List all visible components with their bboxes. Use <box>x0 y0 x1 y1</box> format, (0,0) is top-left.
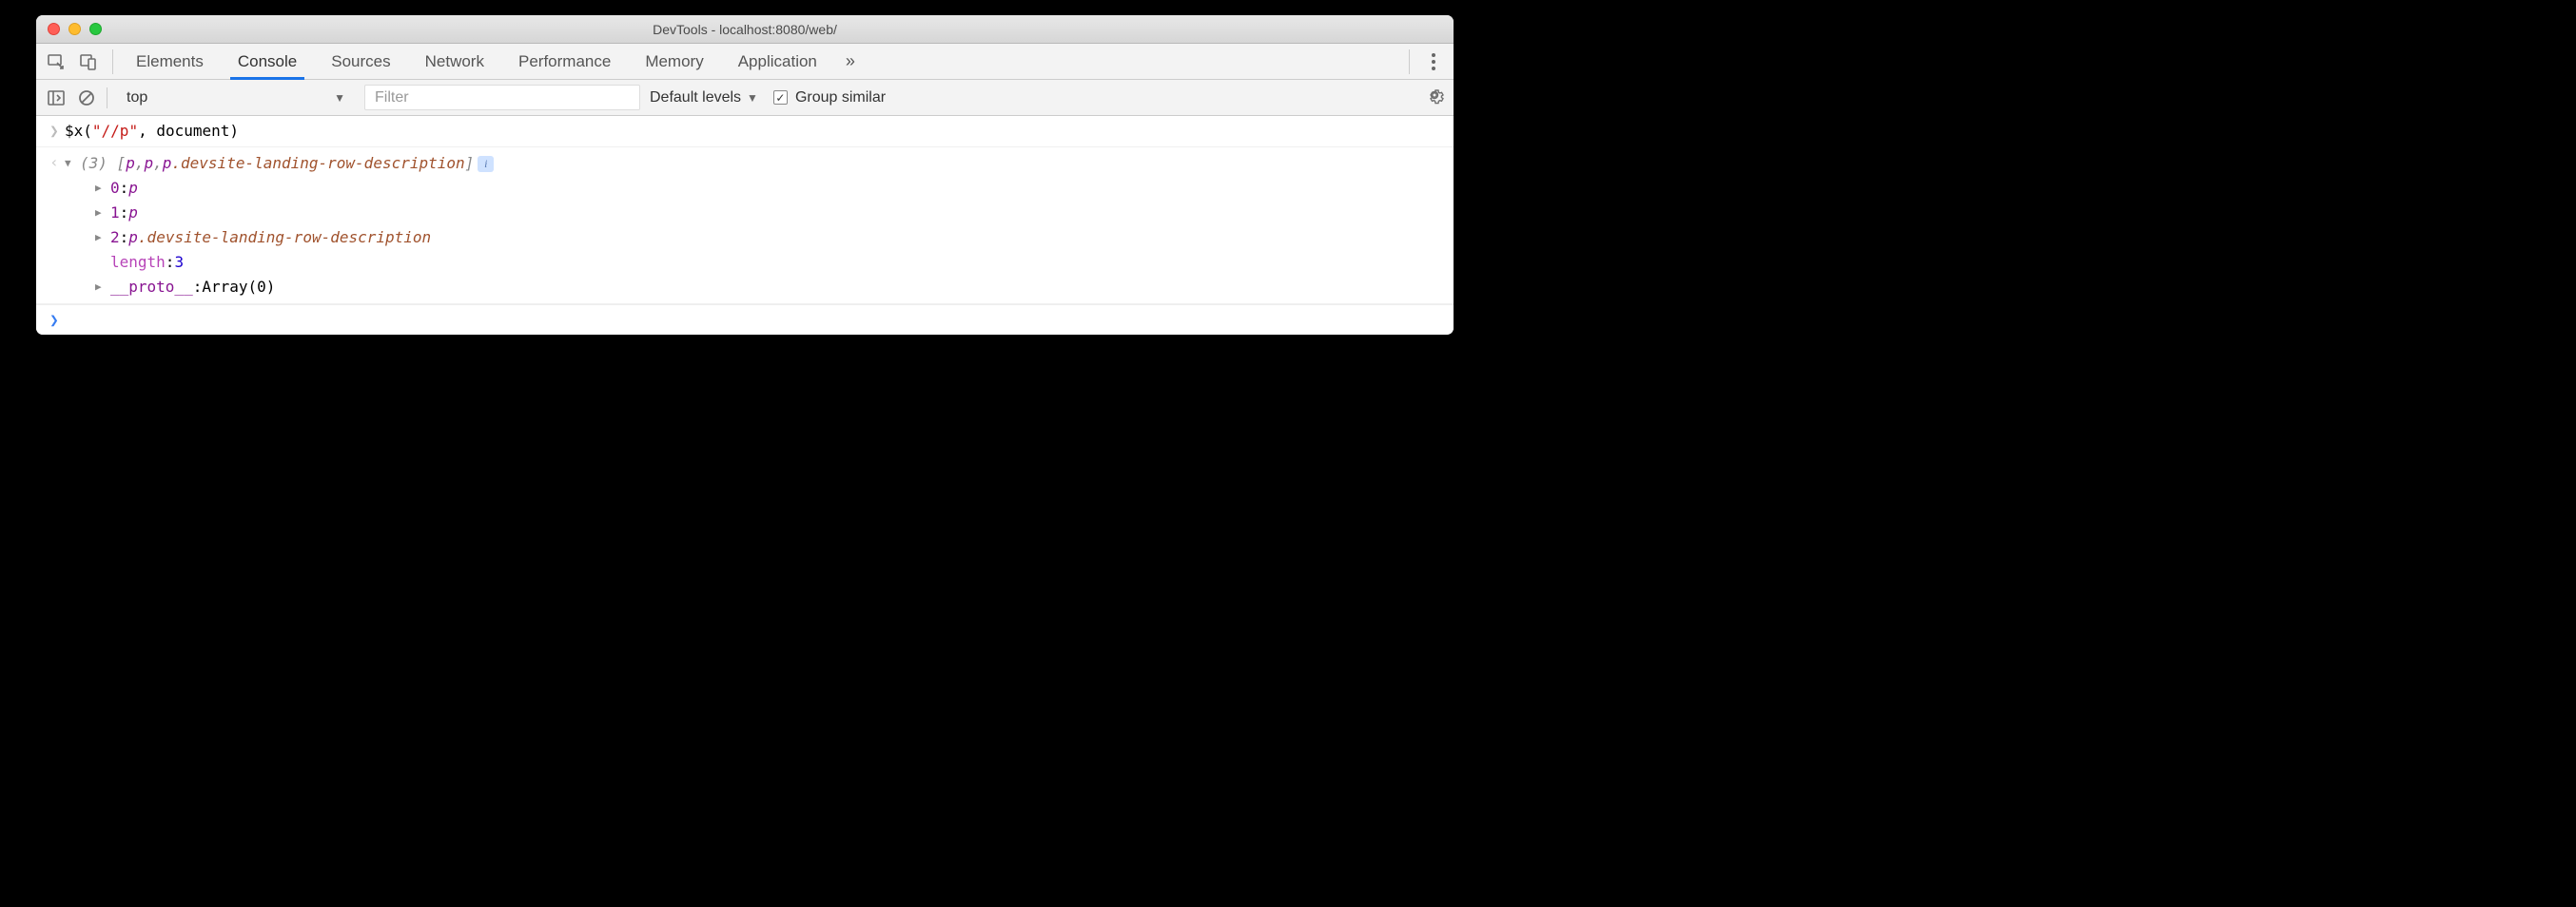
chevron-down-icon: ▼ <box>334 91 345 105</box>
clear-console-icon[interactable] <box>76 87 97 108</box>
console-settings-icon[interactable] <box>1425 86 1444 109</box>
group-similar-toggle[interactable]: Group similar <box>773 89 886 106</box>
array-length[interactable]: ▶ length: 3 <box>95 250 1446 275</box>
minimize-button[interactable] <box>68 23 81 35</box>
tab-strip: Elements Console Sources Network Perform… <box>119 44 1409 79</box>
tab-overflow-button[interactable]: » <box>834 51 867 71</box>
disclosure-triangle-icon[interactable]: ▶ <box>95 201 108 225</box>
console-prompt[interactable]: ❯ <box>36 304 1454 335</box>
tab-memory[interactable]: Memory <box>628 44 720 79</box>
tab-console[interactable]: Console <box>221 44 314 79</box>
tab-network[interactable]: Network <box>408 44 501 79</box>
prompt-caret-icon: ❯ <box>44 311 65 329</box>
group-similar-checkbox[interactable] <box>773 90 788 105</box>
tab-performance[interactable]: Performance <box>501 44 628 79</box>
toolbar-right <box>1409 49 1444 74</box>
toggle-sidebar-icon[interactable] <box>46 87 67 108</box>
disclosure-triangle-icon[interactable]: ▶ <box>95 176 108 201</box>
device-toggle-icon[interactable] <box>78 51 99 72</box>
menu-icon[interactable] <box>1423 53 1444 70</box>
window-title: DevTools - localhost:8080/web/ <box>653 22 837 37</box>
toolbar-left <box>46 49 113 74</box>
log-levels-selector[interactable]: Default levels ▼ <box>650 89 758 106</box>
close-button[interactable] <box>48 23 60 35</box>
array-children: ▶ 0: p ▶ 1: p ▶ 2: p.devsite-landing-row… <box>65 176 1446 299</box>
context-selector[interactable]: top ▼ <box>117 87 355 109</box>
console-output-row[interactable]: ‹ ▼ (3) [p, p, p.devsite-landing-row-des… <box>36 147 1454 304</box>
console-body: ❯ $x("//p", document) ‹ ▼ (3) [p, p, p.d… <box>36 116 1454 335</box>
inspect-icon[interactable] <box>46 51 67 72</box>
console-toolbar: top ▼ Default levels ▼ Group similar <box>36 80 1454 116</box>
traffic-lights <box>36 23 102 35</box>
array-item-2[interactable]: ▶ 2: p.devsite-landing-row-description <box>95 225 1446 250</box>
chevron-down-icon: ▼ <box>747 91 758 105</box>
context-label: top <box>127 89 147 106</box>
console-input-row[interactable]: ❯ $x("//p", document) <box>36 116 1454 147</box>
console-input-text: $x("//p", document) <box>65 120 1446 143</box>
info-icon[interactable]: i <box>478 156 494 172</box>
maximize-button[interactable] <box>89 23 102 35</box>
array-proto[interactable]: ▶ __proto__: Array(0) <box>95 275 1446 299</box>
levels-label: Default levels <box>650 89 741 106</box>
output-prompt-icon: ‹ <box>44 151 65 174</box>
tab-elements[interactable]: Elements <box>119 44 221 79</box>
array-summary[interactable]: ▼ (3) [p, p, p.devsite-landing-row-descr… <box>65 151 1446 176</box>
group-similar-label: Group similar <box>795 89 886 106</box>
tab-sources[interactable]: Sources <box>314 44 407 79</box>
tab-application[interactable]: Application <box>721 44 834 79</box>
titlebar: DevTools - localhost:8080/web/ <box>36 15 1454 44</box>
devtools-window: DevTools - localhost:8080/web/ Elements … <box>36 15 1454 335</box>
disclosure-triangle-icon[interactable]: ▶ <box>95 275 108 299</box>
array-item-1[interactable]: ▶ 1: p <box>95 201 1446 225</box>
console-output: ▼ (3) [p, p, p.devsite-landing-row-descr… <box>65 151 1446 299</box>
disclosure-triangle-icon[interactable]: ▼ <box>65 151 78 176</box>
input-prompt-icon: ❯ <box>44 120 65 143</box>
filter-input[interactable] <box>364 85 640 110</box>
main-toolbar: Elements Console Sources Network Perform… <box>36 44 1454 80</box>
disclosure-triangle-icon[interactable]: ▶ <box>95 225 108 250</box>
array-item-0[interactable]: ▶ 0: p <box>95 176 1446 201</box>
